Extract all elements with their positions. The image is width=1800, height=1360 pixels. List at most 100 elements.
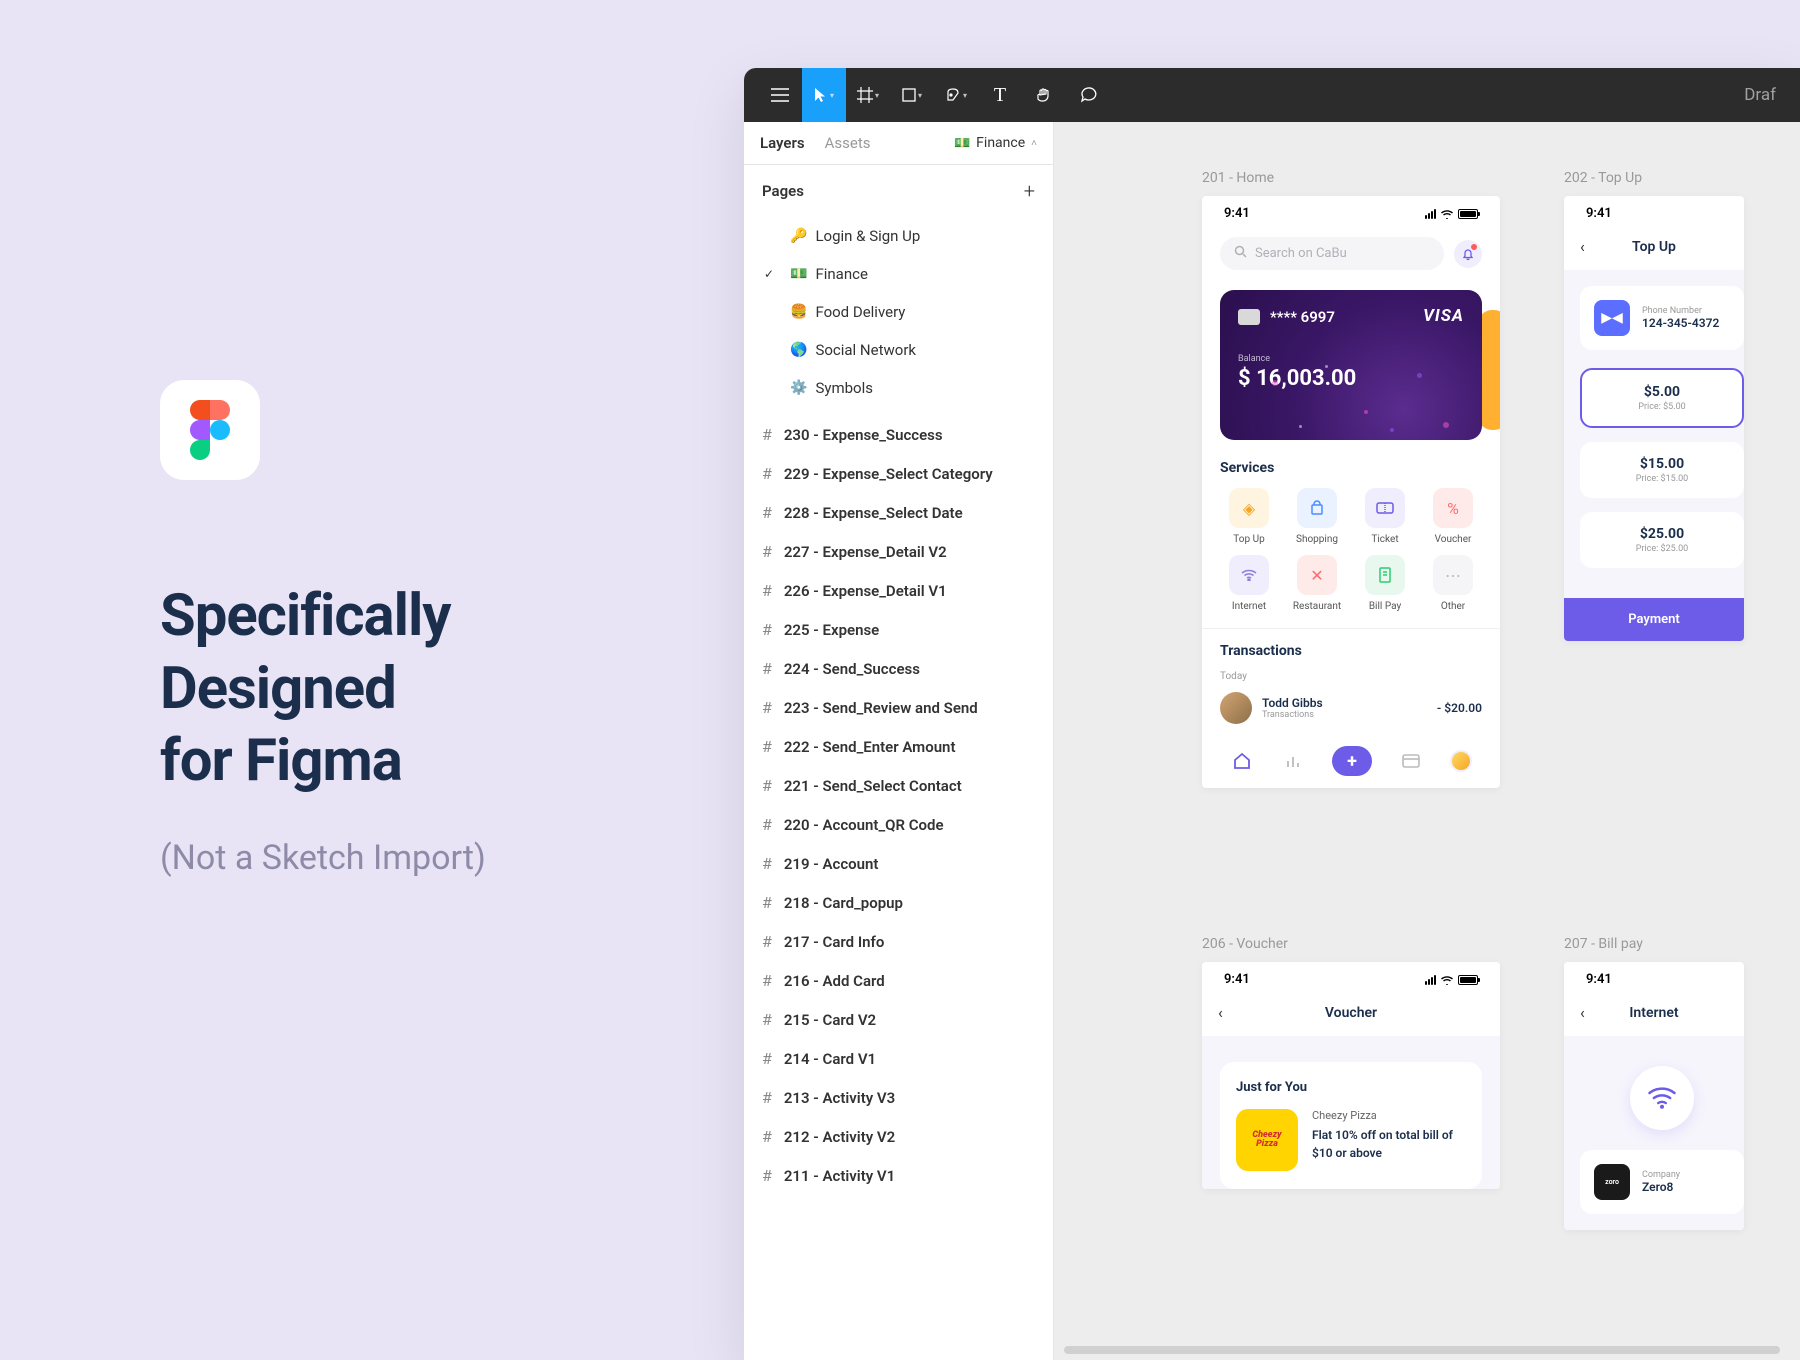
- layer-item-label: 224 - Send_Success: [784, 660, 920, 678]
- artboard-label[interactable]: 201 - Home: [1202, 170, 1500, 186]
- service-billpay[interactable]: Bill Pay: [1356, 555, 1414, 612]
- amount-value: $25.00: [1594, 526, 1730, 542]
- back-button[interactable]: ‹: [1218, 1003, 1223, 1022]
- frame-icon: #: [762, 1166, 772, 1185]
- page-item-food-delivery[interactable]: 🍔 Food Delivery: [744, 293, 1053, 331]
- pen-tool[interactable]: ▾: [934, 68, 978, 122]
- service-internet[interactable]: Internet: [1220, 555, 1278, 612]
- shape-tool[interactable]: ▾: [890, 68, 934, 122]
- frame-icon: #: [762, 1088, 772, 1107]
- amount-option-5[interactable]: $5.00 Price: $5.00: [1580, 368, 1744, 428]
- layer-item-label: 229 - Expense_Select Category: [784, 465, 993, 483]
- layer-item[interactable]: #215 - Card V2: [744, 1000, 1053, 1039]
- horizontal-scrollbar[interactable]: [1064, 1346, 1780, 1354]
- service-shopping[interactable]: Shopping: [1288, 488, 1346, 545]
- frame-icon: #: [762, 854, 772, 873]
- amount-price: Price: $25.00: [1594, 544, 1730, 554]
- layer-item[interactable]: #214 - Card V1: [744, 1039, 1053, 1078]
- notification-dot-icon: [1471, 244, 1477, 250]
- amount-option-25[interactable]: $25.00 Price: $25.00: [1580, 512, 1744, 568]
- phone-number-card[interactable]: ▶◀ Phone Number 124-345-4372: [1580, 286, 1744, 350]
- service-other[interactable]: ⋯Other: [1424, 555, 1482, 612]
- layer-item[interactable]: #230 - Expense_Success: [744, 415, 1053, 454]
- wifi-icon: [1440, 975, 1454, 985]
- layer-item[interactable]: #218 - Card_popup: [744, 883, 1053, 922]
- service-ticket[interactable]: Ticket: [1356, 488, 1414, 545]
- layer-item[interactable]: #216 - Add Card: [744, 961, 1053, 1000]
- frame-tool[interactable]: ▾: [846, 68, 890, 122]
- canvas[interactable]: 201 - Home 9:41 Search on CaBu: [1054, 122, 1800, 1360]
- page-selector[interactable]: 💵 Finance ˄: [954, 135, 1037, 151]
- nav-card[interactable]: [1399, 749, 1423, 773]
- artboard-label[interactable]: 207 - Bill pay: [1564, 936, 1744, 952]
- payment-button[interactable]: Payment: [1564, 598, 1744, 641]
- text-tool[interactable]: T: [978, 68, 1022, 122]
- status-time: 9:41: [1586, 972, 1612, 987]
- nav-stats[interactable]: [1281, 749, 1305, 773]
- layer-item-label: 225 - Expense: [784, 621, 879, 639]
- layer-item-label: 222 - Send_Enter Amount: [784, 738, 956, 756]
- layer-item[interactable]: #217 - Card Info: [744, 922, 1053, 961]
- layer-item[interactable]: #225 - Expense: [744, 610, 1053, 649]
- layer-item[interactable]: #212 - Activity V2: [744, 1117, 1053, 1156]
- layer-item[interactable]: #211 - Activity V1: [744, 1156, 1053, 1195]
- page-item-finance[interactable]: ✓ 💵 Finance: [744, 255, 1053, 293]
- page-item-login-signup[interactable]: 🔑 Login & Sign Up: [744, 217, 1053, 255]
- back-button[interactable]: ‹: [1580, 237, 1585, 256]
- company-card[interactable]: zoro Company Zero8: [1580, 1150, 1744, 1214]
- layer-item[interactable]: #226 - Expense_Detail V1: [744, 571, 1053, 610]
- service-voucher[interactable]: %Voucher: [1424, 488, 1482, 545]
- artboard-202-topup[interactable]: 202 - Top Up 9:41 ‹ Top Up ▶◀ Phone Numb…: [1564, 170, 1744, 641]
- amount-option-15[interactable]: $15.00 Price: $15.00: [1580, 442, 1744, 498]
- status-time: 9:41: [1224, 206, 1250, 221]
- layer-item[interactable]: #222 - Send_Enter Amount: [744, 727, 1053, 766]
- artboard-201-home[interactable]: 201 - Home 9:41 Search on CaBu: [1202, 170, 1500, 788]
- comment-tool[interactable]: [1066, 68, 1110, 122]
- layer-item[interactable]: #223 - Send_Review and Send: [744, 688, 1053, 727]
- signal-icon: [1425, 209, 1436, 219]
- nav-add-button[interactable]: +: [1332, 746, 1372, 776]
- menu-button[interactable]: [758, 68, 802, 122]
- credit-card[interactable]: **** 6997 VISA Balance $ 16,003.00: [1220, 290, 1482, 440]
- artboard-label[interactable]: 206 - Voucher: [1202, 936, 1500, 952]
- service-topup[interactable]: ◈Top Up: [1220, 488, 1278, 545]
- layer-item[interactable]: #219 - Account: [744, 844, 1053, 883]
- layer-item[interactable]: #220 - Account_QR Code: [744, 805, 1053, 844]
- tab-layers[interactable]: Layers: [760, 134, 805, 152]
- back-button[interactable]: ‹: [1580, 1003, 1585, 1022]
- notifications-button[interactable]: [1454, 240, 1482, 268]
- status-bar: 9:41: [1564, 962, 1744, 993]
- search-input[interactable]: Search on CaBu: [1220, 237, 1444, 270]
- nav-profile[interactable]: [1450, 750, 1472, 772]
- add-page-button[interactable]: +: [1024, 179, 1035, 203]
- service-restaurant[interactable]: ✕Restaurant: [1288, 555, 1346, 612]
- layer-item[interactable]: #221 - Send_Select Contact: [744, 766, 1053, 805]
- artboard-207-billpay[interactable]: 207 - Bill pay 9:41 ‹ Internet zoro: [1564, 936, 1744, 1230]
- hand-tool[interactable]: [1022, 68, 1066, 122]
- page-item-symbols[interactable]: ⚙️ Symbols: [744, 369, 1053, 407]
- layer-item[interactable]: #228 - Expense_Select Date: [744, 493, 1053, 532]
- frame-icon: #: [762, 737, 772, 756]
- marketing-section: Specifically Designed for Figma (Not a S…: [160, 380, 640, 878]
- artboard-label[interactable]: 202 - Top Up: [1564, 170, 1744, 186]
- frame-icon: #: [762, 620, 772, 639]
- move-tool[interactable]: ▾: [802, 68, 846, 122]
- voucher-deal[interactable]: Cheezy Pizza Cheezy Pizza Flat 10% off o…: [1236, 1109, 1466, 1171]
- page-item-social-network[interactable]: 🌎 Social Network: [744, 331, 1053, 369]
- services-title: Services: [1202, 456, 1500, 488]
- company-logo: zoro: [1594, 1164, 1630, 1200]
- search-placeholder: Search on CaBu: [1255, 246, 1347, 261]
- layer-item[interactable]: #227 - Expense_Detail V2: [744, 532, 1053, 571]
- layer-item[interactable]: #213 - Activity V3: [744, 1078, 1053, 1117]
- document-title[interactable]: Draf: [1744, 85, 1786, 105]
- layer-item[interactable]: #224 - Send_Success: [744, 649, 1053, 688]
- globe-icon: 🌎: [790, 342, 807, 358]
- transaction-row[interactable]: Todd Gibbs Transactions - $20.00: [1202, 682, 1500, 738]
- artboard-206-voucher[interactable]: 206 - Voucher 9:41 ‹ Voucher Just: [1202, 936, 1500, 1189]
- current-page-name: Finance: [976, 135, 1025, 151]
- nav-home[interactable]: [1230, 749, 1254, 773]
- tab-assets[interactable]: Assets: [825, 134, 871, 152]
- headline: Specifically Designed for Figma: [160, 580, 640, 798]
- layer-item[interactable]: #229 - Expense_Select Category: [744, 454, 1053, 493]
- figma-window: ▾ ▾ ▾ ▾ T Draf Layers Assets: [744, 68, 1800, 1360]
